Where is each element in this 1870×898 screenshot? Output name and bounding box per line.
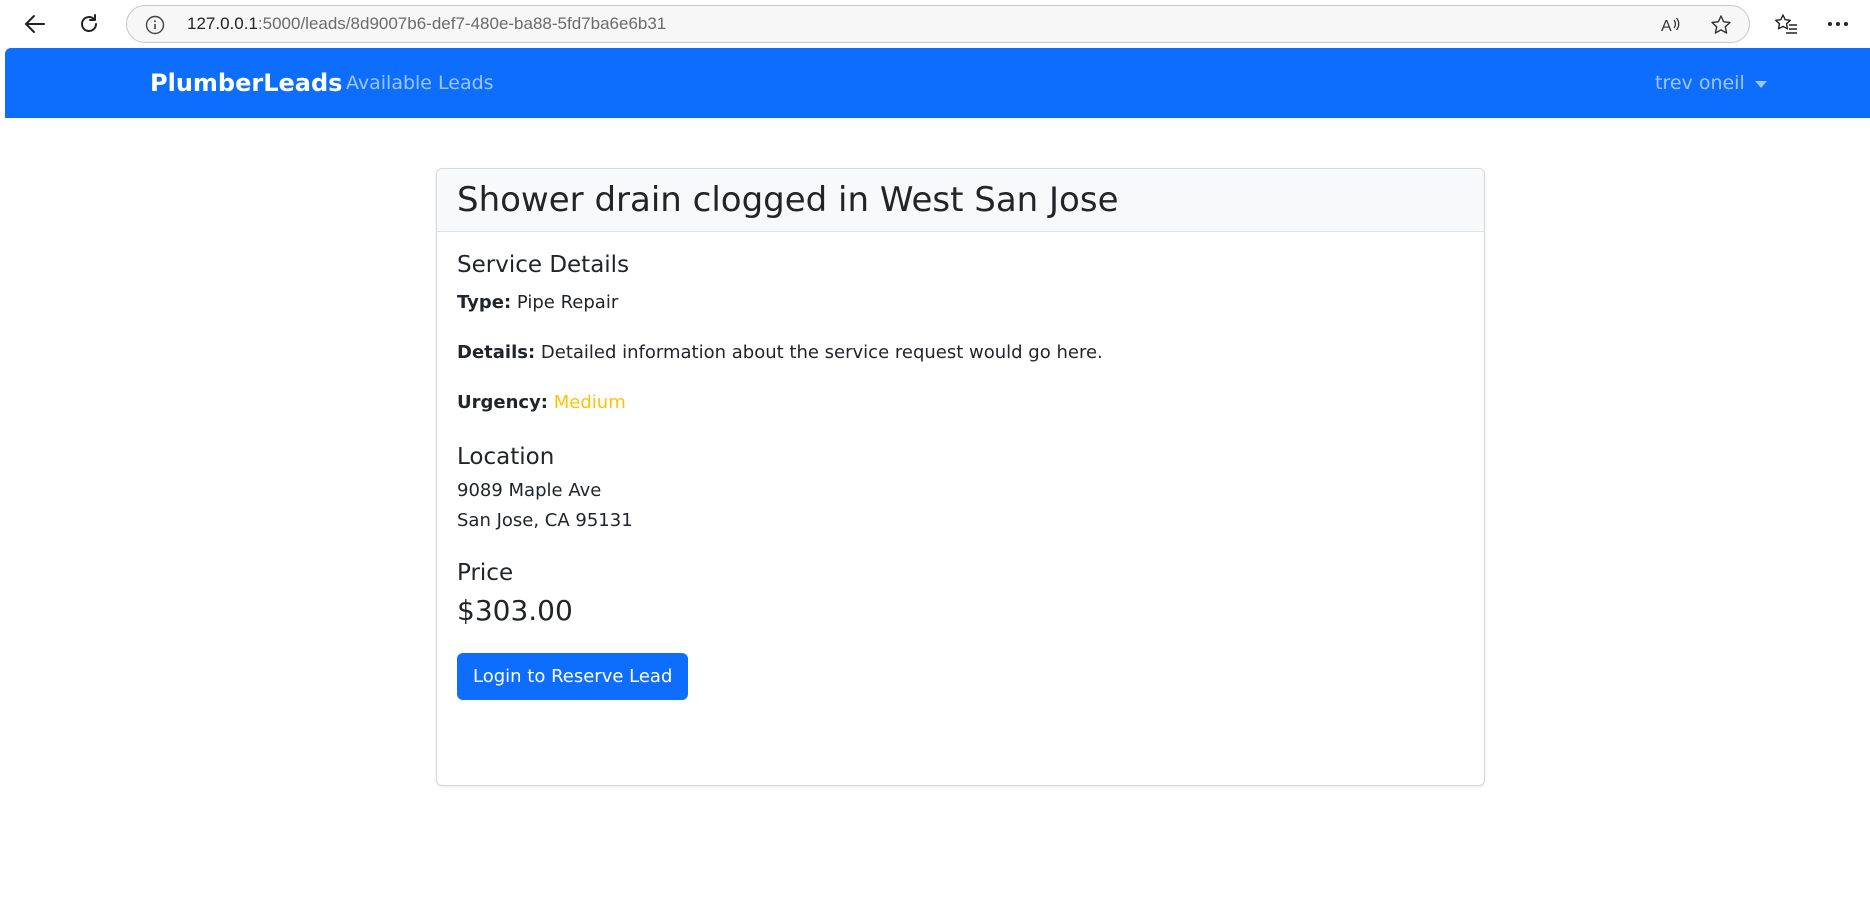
url-text[interactable]: 127.0.0.1:5000/leads/8d9007b6-def7-480e-… — [187, 6, 666, 42]
login-to-reserve-button[interactable]: Login to Reserve Lead — [457, 653, 689, 700]
price-heading: Price — [457, 560, 514, 586]
price-value: $303.00 — [457, 594, 573, 627]
back-arrow-icon[interactable] — [17, 6, 53, 42]
urgency-value: Medium — [553, 392, 626, 413]
read-aloud-icon[interactable]: A — [1659, 13, 1683, 37]
user-menu-dropdown[interactable]: trev oneil — [1655, 48, 1767, 118]
details-row: Details: Detailed information about the … — [457, 340, 1464, 366]
navbar: PlumberLeads Available Leads trev oneil — [5, 48, 1870, 118]
info-icon[interactable] — [145, 15, 165, 35]
card-body: Service Details Type: Pipe Repair Detail… — [437, 232, 1484, 720]
url-path: :5000/leads/8d9007b6-def7-480e-ba88-5fd7… — [257, 14, 667, 33]
card-header: Shower drain clogged in West San Jose — [437, 169, 1484, 232]
urgency-row: Urgency: Medium — [457, 390, 1464, 416]
star-icon[interactable] — [1709, 13, 1733, 37]
lead-title: Shower drain clogged in West San Jose — [457, 180, 1119, 220]
brand-logo[interactable]: PlumberLeads — [150, 48, 342, 118]
browser-toolbar: 127.0.0.1:5000/leads/8d9007b6-def7-480e-… — [0, 0, 1870, 48]
favorites-icon[interactable] — [1768, 6, 1804, 42]
urgency-label: Urgency: — [457, 392, 549, 413]
caret-down-icon — [1754, 80, 1767, 88]
address-line2: San Jose, CA 95131 — [457, 510, 633, 531]
address-bar[interactable]: 127.0.0.1:5000/leads/8d9007b6-def7-480e-… — [126, 5, 1750, 43]
more-icon[interactable] — [1820, 6, 1856, 42]
nav-available-leads[interactable]: Available Leads — [346, 48, 494, 118]
location-heading: Location — [457, 444, 555, 470]
type-value: Pipe Repair — [516, 292, 619, 313]
address-block: 9089 Maple Ave San Jose, CA 95131 — [457, 476, 1464, 536]
type-row: Type: Pipe Repair — [457, 290, 1464, 316]
lead-card: Shower drain clogged in West San Jose Se… — [436, 168, 1485, 786]
service-details-heading: Service Details — [457, 252, 630, 278]
svg-text:A: A — [1661, 18, 1672, 35]
type-label: Type: — [457, 292, 512, 313]
details-label: Details: — [457, 342, 536, 363]
details-value: Detailed information about the service r… — [540, 342, 1103, 363]
url-host: 127.0.0.1 — [187, 14, 258, 33]
refresh-icon[interactable] — [71, 6, 107, 42]
address-line1: 9089 Maple Ave — [457, 480, 602, 501]
user-name: trev oneil — [1655, 72, 1745, 94]
